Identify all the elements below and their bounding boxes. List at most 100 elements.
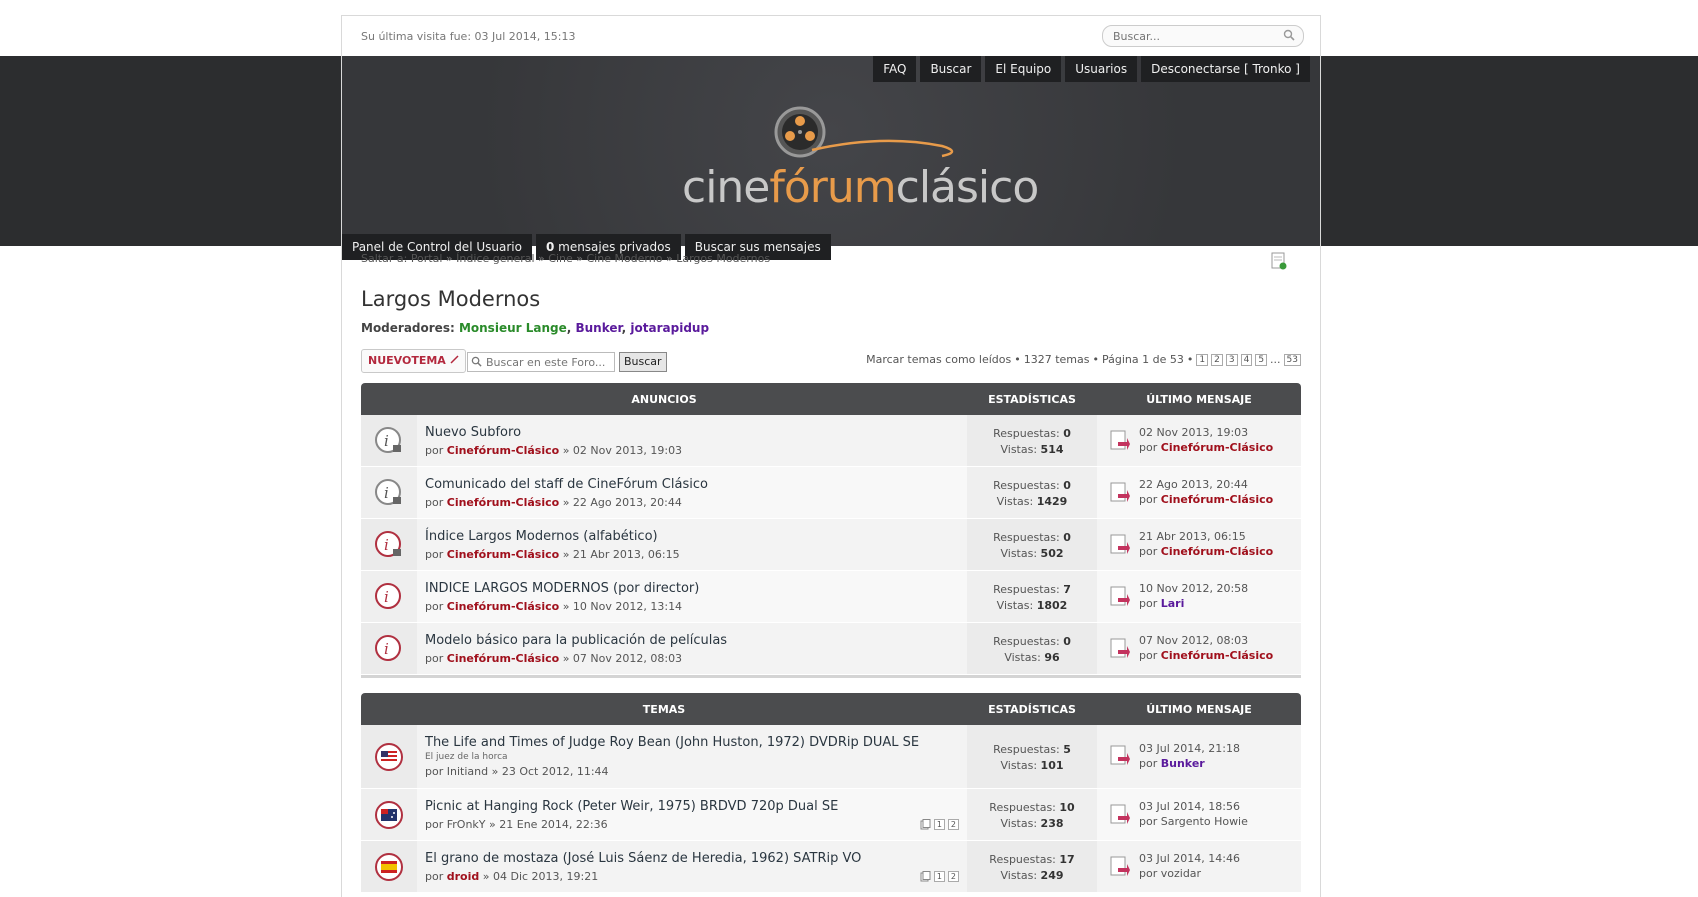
topic-title-link[interactable]: Índice Largos Modernos (alfabético) — [425, 529, 658, 544]
breadcrumb-item[interactable]: Índice general — [456, 252, 534, 265]
author-link[interactable]: Lari — [1161, 597, 1185, 610]
new-topic-button[interactable]: NUEVOTEMA — [361, 349, 466, 373]
topic-stats: Respuestas: 0 Vistas: 514 — [967, 415, 1097, 466]
new-topic-label: NUEVOTEMA — [368, 354, 446, 367]
site-header: FAQ Buscar El Equipo Usuarios Desconecta… — [342, 56, 1320, 260]
forum-search-button[interactable]: Buscar — [619, 352, 667, 372]
page-title: Largos Modernos — [361, 287, 541, 311]
page-link[interactable]: 2 — [947, 871, 959, 882]
topic-stats: Respuestas: 5 Vistas: 101 — [967, 725, 1097, 788]
forum-actions: NUEVOTEMA Buscar Marcar temas como leído… — [361, 349, 1301, 375]
nav-logout[interactable]: Desconectarse [ Tronko ] — [1141, 56, 1310, 82]
page-link[interactable]: 53 — [1283, 353, 1301, 366]
author-link[interactable]: Cinefórum-Clásico — [447, 548, 559, 561]
topic-status — [361, 789, 417, 840]
author-link[interactable]: Cinefórum-Clásico — [1161, 441, 1273, 454]
breadcrumb-item[interactable]: Cine Moderno — [586, 252, 662, 265]
page-link[interactable]: 2 — [947, 819, 959, 830]
topic-status — [361, 725, 417, 788]
global-search[interactable] — [1102, 25, 1304, 47]
topic-title-link[interactable]: INDICE LARGOS MODERNOS (por director) — [425, 581, 699, 596]
author-link[interactable]: Cinefórum-Clásico — [1161, 545, 1273, 558]
author-link[interactable]: Cinefórum-Clásico — [1161, 649, 1273, 662]
author-link[interactable]: Cinefórum-Clásico — [447, 444, 559, 457]
forum-search-box[interactable] — [467, 352, 615, 372]
topic-title-link[interactable]: The Life and Times of Judge Roy Bean (Jo… — [425, 735, 919, 750]
author-link[interactable]: FrOnkY — [447, 818, 486, 831]
announcements-table: ANUNCIOS ESTADÍSTICAS ÚLTIMO MENSAJE i N… — [361, 383, 1301, 678]
search-icon — [471, 356, 482, 367]
last-post-author: por vozidar — [1139, 867, 1202, 880]
last-post-icon[interactable] — [1109, 855, 1131, 879]
topic-status: i — [361, 467, 417, 518]
global-search-input[interactable] — [1111, 26, 1275, 46]
last-post-icon[interactable] — [1109, 533, 1131, 557]
breadcrumb-item[interactable]: Portal — [411, 252, 443, 265]
page-link[interactable]: 1 — [1196, 353, 1209, 366]
topics-header: TEMAS ESTADÍSTICAS ÚLTIMO MENSAJE — [361, 693, 1301, 725]
author-link[interactable]: Cinefórum-Clásico — [1161, 493, 1273, 506]
topic-status: i — [361, 519, 417, 570]
logo-text-cine: cine — [682, 162, 770, 213]
mark-read-link[interactable]: Marcar temas como leídos — [866, 353, 1011, 366]
topic-title-link[interactable]: Comunicado del staff de CineFórum Clásic… — [425, 477, 708, 492]
last-post: 21 Abr 2013, 06:15 por Cinefórum-Clásico — [1097, 519, 1301, 570]
topic-count: 1327 temas — [1023, 353, 1090, 366]
search-icon[interactable] — [1283, 29, 1295, 41]
moderator-link[interactable]: Monsieur Lange — [459, 321, 567, 335]
author-link[interactable]: Cinefórum-Clásico — [447, 652, 559, 665]
topic-meta: por FrOnkY » 21 Ene 2014, 22:36 — [425, 818, 608, 831]
nav-team[interactable]: El Equipo — [985, 56, 1062, 82]
page-link[interactable]: 4 — [1240, 353, 1253, 366]
author-link[interactable]: Cinefórum-Clásico — [447, 600, 559, 613]
topic-title-link[interactable]: Nuevo Subforo — [425, 425, 521, 440]
page-link[interactable]: 1 — [933, 819, 945, 830]
forum-search-input[interactable] — [484, 353, 608, 371]
svg-text:i: i — [384, 536, 389, 554]
topic-title-link[interactable]: Picnic at Hanging Rock (Peter Weir, 1975… — [425, 799, 838, 814]
last-post-icon[interactable] — [1109, 803, 1131, 827]
nav-search[interactable]: Buscar — [920, 56, 982, 82]
topic-meta: por Cinefórum-Clásico » 22 Ago 2013, 20:… — [425, 496, 682, 509]
nav-users[interactable]: Usuarios — [1065, 56, 1138, 82]
breadcrumb-item[interactable]: Cine — [548, 252, 572, 265]
page-link[interactable]: 3 — [1225, 353, 1238, 366]
flag-es-icon — [375, 852, 403, 881]
topic-meta: por Initiand » 23 Oct 2012, 11:44 — [425, 765, 609, 778]
author-link[interactable]: Sargento Howie — [1161, 815, 1248, 828]
last-post: 07 Nov 2012, 08:03 por Cinefórum-Clásico — [1097, 623, 1301, 674]
top-bar: Su última visita fue: 03 Jul 2014, 15:13 — [342, 16, 1320, 56]
author-link[interactable]: droid — [447, 870, 480, 883]
page-link[interactable]: 5 — [1255, 353, 1268, 366]
last-post-column-title: ÚLTIMO MENSAJE — [1146, 392, 1252, 406]
info-locked-icon: i — [375, 530, 401, 557]
page-link[interactable]: 2 — [1211, 353, 1223, 366]
author-link[interactable]: Initiand — [447, 765, 488, 778]
site-logo[interactable]: cinefórumclásico — [682, 104, 1039, 213]
moderator-link[interactable]: Bunker — [575, 321, 621, 335]
topic-title-link[interactable]: Modelo básico para la publicación de pel… — [425, 633, 727, 648]
stats-column-title: ESTADÍSTICAS — [988, 702, 1076, 716]
last-post-icon[interactable] — [1109, 481, 1131, 505]
last-post-icon[interactable] — [1109, 585, 1131, 609]
page-link[interactable]: 1 — [933, 871, 945, 882]
nav-faq[interactable]: FAQ — [873, 56, 917, 82]
author-link[interactable]: Bunker — [1161, 757, 1205, 770]
last-post-author: por Cinefórum-Clásico — [1139, 545, 1274, 558]
breadcrumb-item[interactable]: Largos Modernos — [676, 252, 770, 265]
topic-status: i — [361, 623, 417, 674]
last-post-icon[interactable] — [1109, 744, 1131, 768]
moderator-link[interactable]: jotarapidup — [630, 321, 709, 335]
topics-column-title: TEMAS — [642, 702, 686, 716]
author-link[interactable]: Cinefórum-Clásico — [447, 496, 559, 509]
topic-title-link[interactable]: El grano de mostaza (José Luis Sáenz de … — [425, 851, 861, 866]
last-post-icon[interactable] — [1109, 429, 1131, 453]
topics-table: TEMAS ESTADÍSTICAS ÚLTIMO MENSAJE The Li… — [361, 693, 1301, 893]
topic-stats: Respuestas: 17 Vistas: 249 — [967, 841, 1097, 892]
info-icon: i — [375, 634, 401, 661]
page: Su última visita fue: 03 Jul 2014, 15:13… — [0, 0, 1698, 897]
last-post-icon[interactable] — [1109, 637, 1131, 661]
author-link[interactable]: vozidar — [1161, 867, 1201, 880]
rss-icon[interactable] — [1271, 252, 1287, 270]
last-post-date: 21 Abr 2013, 06:15 — [1139, 530, 1246, 543]
